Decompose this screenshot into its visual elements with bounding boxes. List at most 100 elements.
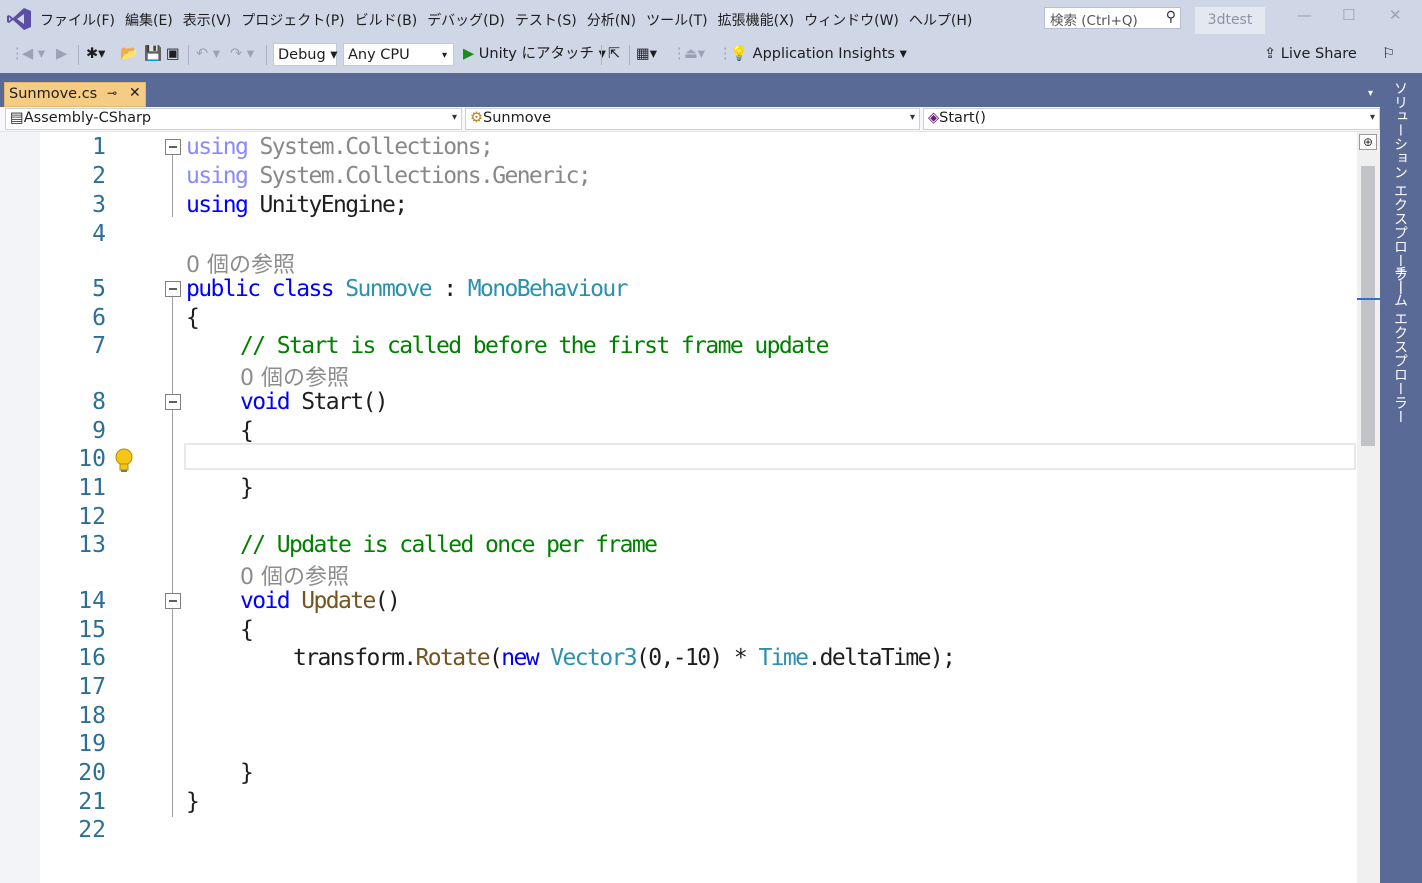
menu-view[interactable]: 表示(V) <box>183 10 242 30</box>
menu-test[interactable]: テスト(S) <box>515 10 587 30</box>
insights-bulb-icon: 💡 <box>730 46 749 62</box>
class-name: Sunmove <box>345 276 432 302</box>
feedback-icon[interactable]: ⚐ <box>1382 43 1395 66</box>
split-editor-icon[interactable]: ⊕ <box>1359 134 1377 150</box>
live-share-button[interactable]: ⇪ Live Share <box>1264 43 1357 66</box>
menu-build[interactable]: ビルド(B) <box>355 10 428 30</box>
undo-icon[interactable]: ↶ ▾ <box>196 43 220 66</box>
line-number: 19 <box>78 731 106 757</box>
scrollbar-thumb[interactable] <box>1361 166 1375 446</box>
colon-text: : <box>430 276 468 302</box>
collapse-using-icon[interactable] <box>165 139 181 155</box>
code-line-13: // Update is called once per frame <box>240 532 658 558</box>
class-icon: ⚙ <box>470 110 483 126</box>
menu-analyze[interactable]: 分析(N) <box>587 10 646 30</box>
play-icon: ▶ <box>463 46 475 62</box>
menu-file[interactable]: ファイル(F) <box>40 10 125 30</box>
outline-guide <box>172 155 173 217</box>
redo-icon[interactable]: ↷ ▾ <box>230 43 254 66</box>
new-project-icon[interactable]: ✱▾ <box>86 43 105 66</box>
class-dropdown[interactable]: ⚙Sunmove ▾ <box>465 108 920 130</box>
tab-overflow-icon[interactable]: ▾ <box>1368 88 1373 99</box>
codelens-references[interactable]: 0 個の参照 <box>240 360 349 392</box>
browser-link-icon[interactable]: ▦▾ <box>636 43 657 66</box>
navigate-forward-icon[interactable]: ▶ <box>56 43 67 66</box>
line-number: 2 <box>92 163 106 189</box>
keyword-new: new <box>501 645 539 671</box>
save-all-icon[interactable]: ▣ <box>166 43 180 66</box>
navigation-bar: ▤Assembly-CSharp ▾ ⚙Sunmove ▾ ◈Start() ▾ <box>0 107 1380 132</box>
line-number: 10 <box>78 446 106 472</box>
hot-reload-icon[interactable]: ⇱ <box>608 43 620 66</box>
code-line-21: } <box>186 789 200 815</box>
method-name-update: Update <box>301 588 376 614</box>
platform-dropdown[interactable]: Any CPU ▾ <box>343 43 454 66</box>
code-line-3: using UnityEngine; <box>186 192 408 218</box>
search-box[interactable]: 検索 (Ctrl+Q) ⚲ <box>1044 7 1181 29</box>
code-line-15: { <box>240 617 254 643</box>
tab-sunmove-cs[interactable]: Sunmove.cs ⊸ ✕ <box>4 82 146 107</box>
menu-tools[interactable]: ツール(T) <box>646 10 717 30</box>
paren-text: ( <box>488 645 503 671</box>
line-number: 11 <box>78 475 106 501</box>
step-icon[interactable]: ⏏▾ <box>684 43 705 66</box>
document-tab-strip <box>0 73 1380 107</box>
menu-edit[interactable]: 編集(E) <box>125 10 183 30</box>
code-line-14: void Update() <box>240 588 401 614</box>
save-icon[interactable]: 💾 <box>144 43 162 66</box>
code-line-1: using System.Collections; <box>186 134 494 160</box>
vertical-scrollbar[interactable]: ⊕ <box>1357 132 1380 883</box>
keyword-using: using <box>186 192 249 218</box>
application-insights-button[interactable]: 💡 Application Insights ▾ <box>730 43 907 66</box>
share-icon: ⇪ <box>1264 46 1277 62</box>
codelens-references[interactable]: 0 個の参照 <box>186 247 295 279</box>
menu-help[interactable]: ヘルプ(H) <box>909 10 982 30</box>
line-number: 13 <box>78 532 106 558</box>
attach-to-unity-button[interactable]: ▶ Unity にアタッチ ▾ <box>463 43 606 66</box>
line-number: 9 <box>92 418 106 444</box>
method-icon: ◈ <box>928 110 940 126</box>
pin-icon[interactable]: ⊸ <box>107 86 117 100</box>
line-number: 12 <box>78 504 106 530</box>
method-rotate: Rotate <box>415 645 490 671</box>
code-line-11: } <box>240 475 254 501</box>
open-file-icon[interactable]: 📂 <box>120 43 138 66</box>
main-menu: ファイル(F) 編集(E) 表示(V) プロジェクト(P) ビルド(B) デバッ… <box>40 10 982 30</box>
visual-studio-logo-icon[interactable] <box>6 7 32 31</box>
code-line-20: } <box>240 760 254 786</box>
team-explorer-tab[interactable]: チーム エクスプローラー <box>1390 265 1410 423</box>
code-editor[interactable]: 1 2 3 4 5 6 7 8 9 10 11 12 13 14 15 16 1… <box>0 132 1380 883</box>
collapse-update-icon[interactable] <box>165 593 181 609</box>
lightbulb-icon[interactable] <box>114 448 134 474</box>
project-dropdown[interactable]: ▤Assembly-CSharp ▾ <box>5 108 462 130</box>
menu-debug[interactable]: デバッグ(D) <box>427 10 515 30</box>
solution-explorer-tab[interactable]: ソリューション エクスプローラー <box>1390 81 1410 295</box>
menu-extensions[interactable]: 拡張機能(X) <box>718 10 805 30</box>
chevron-down-icon: ▾ <box>1369 112 1375 123</box>
minimize-icon[interactable]: — <box>1297 6 1312 24</box>
close-icon[interactable]: ✕ <box>1389 6 1402 24</box>
tab-close-icon[interactable]: ✕ <box>129 85 141 101</box>
solution-config-dropdown[interactable]: Debug ▾ <box>273 43 338 66</box>
line-number: 6 <box>92 305 106 331</box>
live-share-label: Live Share <box>1280 46 1357 62</box>
namespace-text: System.Collections; <box>247 134 493 160</box>
line-number: 3 <box>92 192 106 218</box>
navigate-back-icon[interactable]: ◀ ▾ <box>22 43 45 66</box>
menu-bar: ファイル(F) 編集(E) 表示(V) プロジェクト(P) ビルド(B) デバッ… <box>0 0 1422 38</box>
menu-project[interactable]: プロジェクト(P) <box>241 10 354 30</box>
parens-text: () <box>374 588 401 614</box>
delta-text: .deltaTime); <box>807 645 956 671</box>
namespace-text: System.Collections.Generic; <box>247 163 591 189</box>
codelens-references[interactable]: 0 個の参照 <box>240 559 349 591</box>
collapse-start-icon[interactable] <box>165 394 181 410</box>
attach-label: Unity にアタッチ <box>478 46 594 62</box>
maximize-icon[interactable]: ☐ <box>1342 6 1355 24</box>
transform-text: transform. <box>293 645 417 671</box>
current-line-highlight <box>184 443 1356 470</box>
menu-window[interactable]: ウィンドウ(W) <box>804 10 909 30</box>
caret-position-marker <box>1357 298 1380 300</box>
collapse-class-icon[interactable] <box>165 281 181 297</box>
line-number: 20 <box>78 760 106 786</box>
member-dropdown[interactable]: ◈Start() ▾ <box>923 108 1380 130</box>
